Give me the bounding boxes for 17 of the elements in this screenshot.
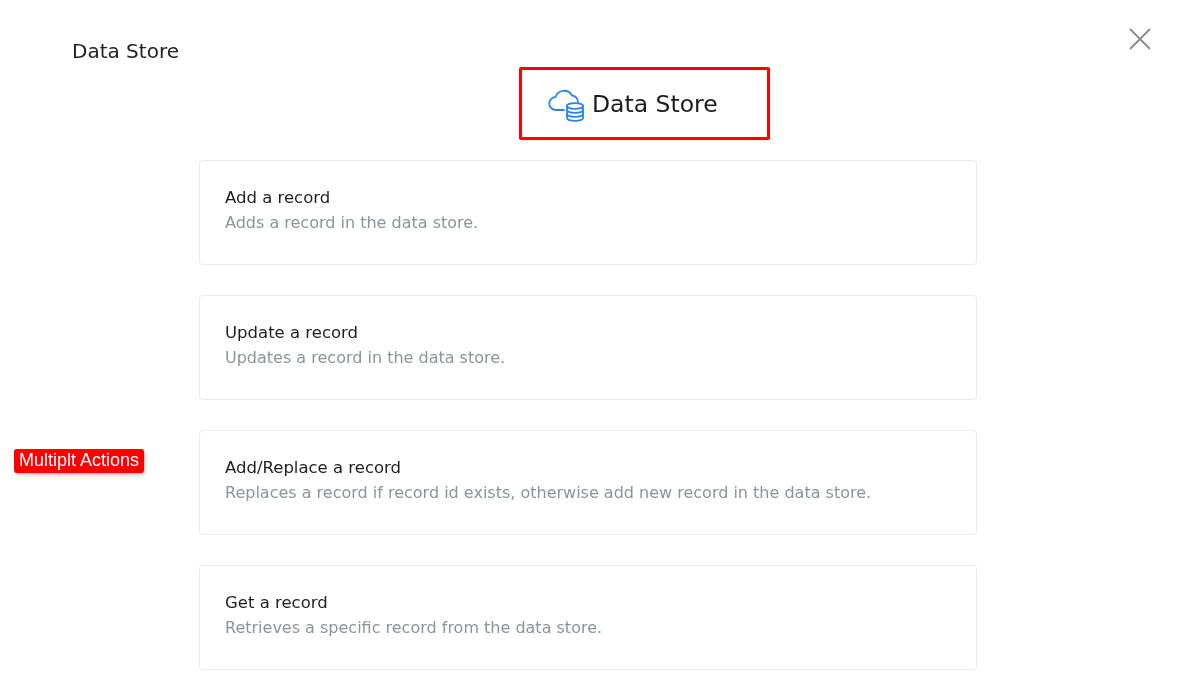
- action-title: Add/Replace a record: [225, 457, 402, 479]
- close-button[interactable]: [1129, 28, 1151, 50]
- close-icon: [1129, 28, 1151, 50]
- action-card[interactable]: Add a record Adds a record in the data store.: [199, 160, 977, 265]
- action-description: Replaces a record if record id exists, otherwise add new record in the data store.: [225, 482, 872, 504]
- action-title: Update a record: [225, 322, 359, 344]
- callout-label: Multiplt Actions: [14, 449, 145, 473]
- action-title: Add a record: [225, 187, 331, 209]
- service-title: Data Store: [592, 89, 718, 118]
- action-description: Retrieves a specific record from the data store.: [225, 617, 603, 639]
- action-title: Get a record: [225, 592, 328, 614]
- action-description: Updates a record in the data store.: [225, 347, 506, 369]
- action-card[interactable]: Add/Replace a record Replaces a record if record id exists, otherwise add new record in the data store.: [199, 430, 977, 535]
- action-card[interactable]: Update a record Updates a record in the data store.: [199, 295, 977, 400]
- window-title: Data Store: [72, 39, 179, 64]
- action-description: Adds a record in the data store.: [225, 212, 479, 234]
- action-card[interactable]: Get a record Retrieves a specific record from the data store.: [199, 565, 977, 670]
